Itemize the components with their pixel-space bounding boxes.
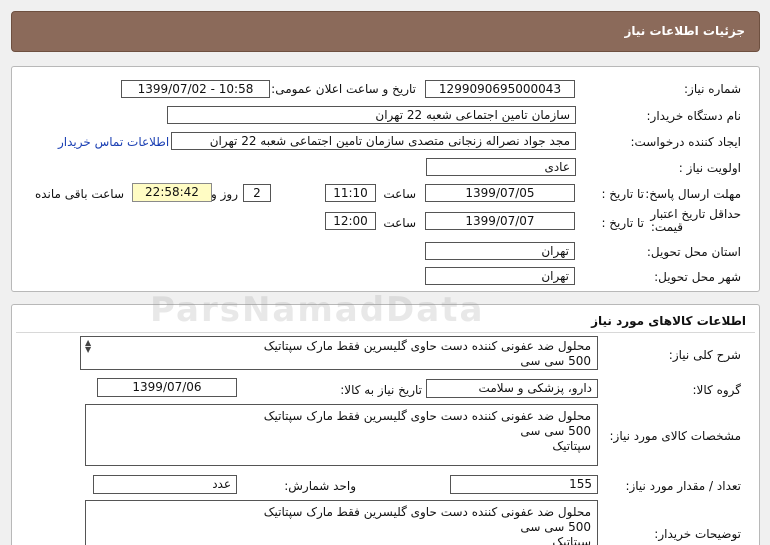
announce-date-label: تاریخ و ساعت اعلان عمومی: <box>271 82 416 96</box>
specs-label: مشخصات کالای مورد نیاز: <box>609 429 741 443</box>
validity-to-date-label: تا تاریخ : <box>601 216 644 230</box>
buyer-notes-field: محلول ضد عفونی کننده دست حاوی گلیسرین فق… <box>85 500 598 545</box>
specs-field: محلول ضد عفونی کننده دست حاوی گلیسرین فق… <box>85 404 598 466</box>
days-remaining-field: 2 <box>243 184 271 202</box>
goods-group-field: دارو، پزشکی و سلامت <box>426 379 598 398</box>
scroll-arrows-icon[interactable]: ▲ ▼ <box>85 339 91 354</box>
days-label: روز و <box>211 187 238 201</box>
reply-date-field: 1399/07/05 <box>425 184 575 202</box>
page-header: جزئیات اطلاعات نیاز <box>11 11 760 52</box>
city-field: تهران <box>425 267 575 285</box>
reply-deadline-label: مهلت ارسال پاسخ: <box>645 187 741 201</box>
reply-to-date-label: تا تاریخ : <box>601 187 644 201</box>
city-label: شهر محل تحویل: <box>654 270 741 284</box>
price-validity-label-2: قیمت: <box>650 220 683 234</box>
buyer-org-label: نام دستگاه خریدار: <box>646 109 742 123</box>
unit-field: عدد <box>93 475 237 494</box>
goods-section-title: اطلاعات کالاهای مورد نیاز <box>591 314 746 328</box>
announce-date-field: 1399/07/02 - 10:58 <box>121 80 270 98</box>
page-title: جزئیات اطلاعات نیاز <box>624 24 745 38</box>
goods-group-label: گروه کالا: <box>692 383 742 397</box>
province-label: استان محل تحویل: <box>646 245 741 259</box>
general-desc-label: شرح کلی نیاز: <box>668 348 741 362</box>
buyer-notes-label: توضیحات خریدار: <box>654 527 741 541</box>
general-desc-line-1: محلول ضد عفونی کننده دست حاوی گلیسرین فق… <box>263 339 591 353</box>
validity-date-field: 1399/07/07 <box>425 212 575 230</box>
requester-field: مجد جواد نصراله زنجانی متصدی سازمان تامی… <box>171 132 576 150</box>
buyer-notes-line-2: 500 سی سی <box>520 520 591 534</box>
buyer-contact-link[interactable]: اطلاعات تماس خریدار <box>58 135 169 149</box>
buyer-notes-line-1: محلول ضد عفونی کننده دست حاوی گلیسرین فق… <box>263 505 591 519</box>
reply-time-label: ساعت <box>383 187 416 201</box>
specs-line-2: 500 سی سی <box>520 424 591 438</box>
validity-time-field: 12:00 <box>325 212 376 230</box>
need-date-label: تاریخ نیاز به کالا: <box>340 383 422 397</box>
price-validity-label: حداقل تاریخ اعتبار <box>650 207 741 221</box>
general-desc-line-2: 500 سی سی <box>520 354 591 368</box>
quantity-label: تعداد / مقدار مورد نیاز: <box>625 479 741 493</box>
need-number-field: 1299090695000043 <box>425 80 575 98</box>
quantity-field: 155 <box>450 475 598 494</box>
priority-label: اولویت نیاز : <box>678 161 741 175</box>
specs-line-3: سپتاتیک <box>552 439 591 453</box>
need-date-field: 1399/07/06 <box>97 378 237 397</box>
remaining-time-label: ساعت باقی مانده <box>34 187 124 201</box>
priority-field: عادی <box>426 158 576 176</box>
unit-label: واحد شمارش: <box>284 479 356 493</box>
general-desc-field[interactable]: محلول ضد عفونی کننده دست حاوی گلیسرین فق… <box>80 336 598 370</box>
goods-section-divider <box>16 332 755 333</box>
need-number-label: شماره نیاز: <box>684 82 741 96</box>
buyer-org-field: سازمان تامین اجتماعی شعبه 22 تهران <box>167 106 576 124</box>
province-field: تهران <box>425 242 575 260</box>
reply-time-field: 11:10 <box>325 184 376 202</box>
remaining-time-field: 22:58:42 <box>132 183 212 202</box>
validity-time-label: ساعت <box>383 216 416 230</box>
specs-line-1: محلول ضد عفونی کننده دست حاوی گلیسرین فق… <box>263 409 591 423</box>
buyer-notes-line-3: سپتاتیک <box>552 535 591 545</box>
requester-label: ایجاد کننده درخواست: <box>630 135 741 149</box>
